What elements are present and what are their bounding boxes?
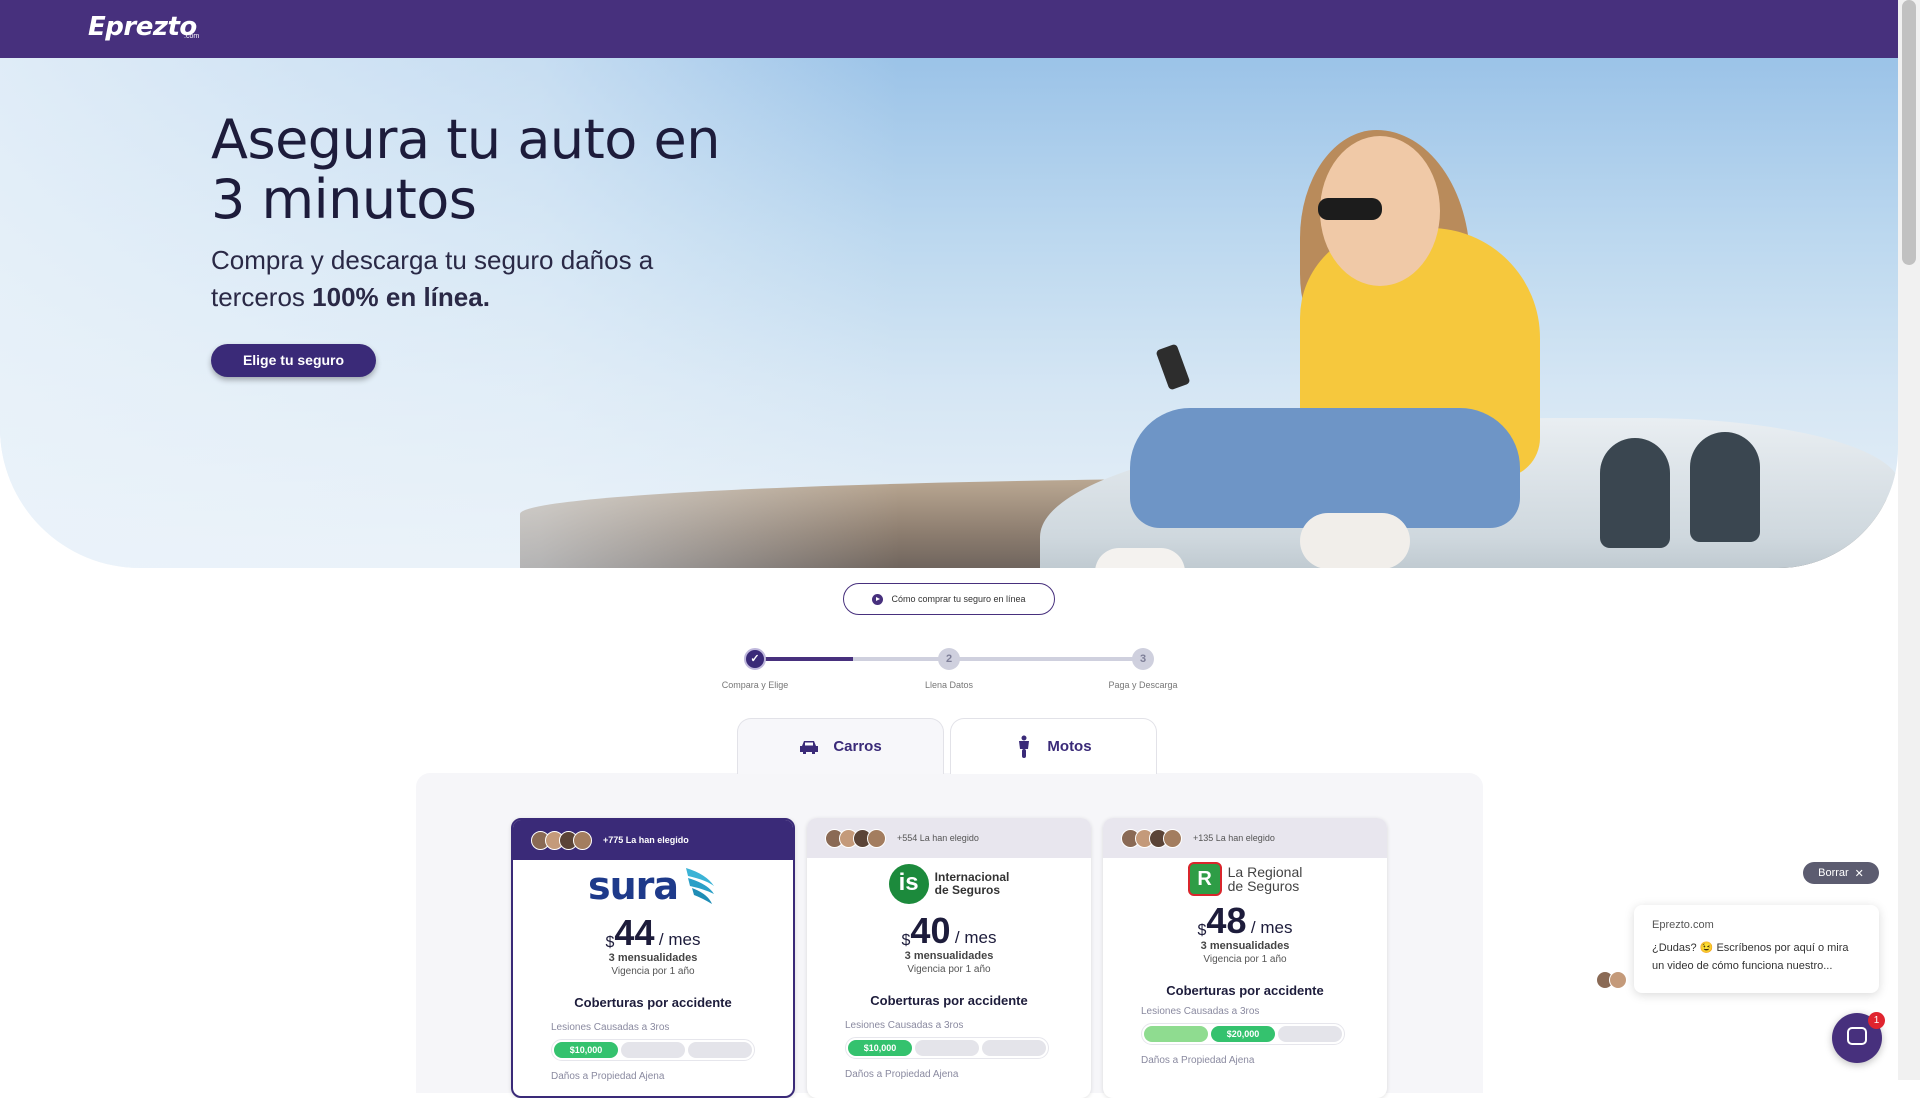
- how-to-buy-button[interactable]: Cómo comprar tu seguro en línea: [843, 583, 1055, 615]
- installments: 3 mensualidades: [904, 950, 994, 962]
- chat-agent-avatars: [1596, 971, 1627, 989]
- page-scrollbar[interactable]: [1898, 0, 1920, 1080]
- tab-motos[interactable]: Motos: [950, 718, 1157, 774]
- chosen-count: +554 La han elegido: [897, 833, 979, 843]
- scrollbar-thumb[interactable]: [1902, 0, 1916, 265]
- coverage-label-2: Daños a Propiedad Ajena: [1141, 1055, 1255, 1066]
- coverage-title: Coberturas por accidente: [1166, 983, 1324, 998]
- validity: Vigencia por 1 año: [611, 966, 695, 977]
- coverage-label-2: Daños a Propiedad Ajena: [551, 1071, 665, 1082]
- step-3-label: Paga y Descarga: [1108, 680, 1178, 690]
- customer-avatars: [1121, 828, 1182, 848]
- coverage-label: Lesiones Causadas a 3ros: [845, 1020, 964, 1031]
- tab-carros-label: Carros: [833, 738, 882, 755]
- coverage-title: Coberturas por accidente: [574, 995, 732, 1010]
- coverage-label: Lesiones Causadas a 3ros: [551, 1022, 670, 1033]
- sura-logo: sura: [513, 860, 793, 912]
- internacional-logo: is Internacional de Seguros: [807, 858, 1091, 910]
- installments: 3 mensualidades: [608, 952, 698, 964]
- chat-preview-bubble[interactable]: Eprezto.com ¿Dudas? 😉 Escríbenos por aqu…: [1634, 905, 1879, 993]
- validity: Vigencia por 1 año: [1203, 954, 1287, 965]
- coverage-label-2: Daños a Propiedad Ajena: [845, 1069, 959, 1080]
- hero-title: Asegura tu auto en 3 minutos: [211, 108, 720, 231]
- monthly-price: $40 / mes: [901, 910, 997, 951]
- chat-unread-badge: 1: [1868, 1012, 1885, 1029]
- coverage-label: Lesiones Causadas a 3ros: [1141, 1006, 1260, 1017]
- dismiss-chat-button[interactable]: Borrar ✕: [1803, 862, 1879, 884]
- chat-message: ¿Dudas? 😉 Escríbenos por aquí o mira un …: [1652, 942, 1849, 972]
- logo-suffix: .com: [184, 33, 200, 40]
- choose-insurance-button[interactable]: Elige tu seguro: [211, 344, 376, 377]
- card-header: +554 La han elegido: [807, 818, 1091, 858]
- step-1-label: Compara y Elige: [721, 680, 789, 690]
- step-1-check-icon: ✓: [744, 648, 766, 670]
- chosen-count: +135 La han elegido: [1193, 833, 1275, 843]
- coverage-bar: $20,000: [1141, 1023, 1345, 1045]
- hero-subtitle: Compra y descarga tu seguro daños a terc…: [211, 245, 654, 312]
- stepper-progress-fill: [755, 657, 853, 661]
- chosen-count: +775 La han elegido: [603, 835, 689, 845]
- insurance-card-internacional[interactable]: +554 La han elegido is Internacional de S…: [807, 818, 1091, 1098]
- insurance-card-sura[interactable]: +775 La han elegido sura $44 / mes 3 men…: [511, 818, 795, 1098]
- eprezto-logo[interactable]: Eprezto: [88, 12, 197, 42]
- validity: Vigencia por 1 año: [907, 964, 991, 975]
- how-to-buy-label: Cómo comprar tu seguro en línea: [891, 594, 1026, 604]
- card-header: +135 La han elegido: [1103, 818, 1387, 858]
- insurance-card-regional[interactable]: +135 La han elegido R La Regional de Segu…: [1103, 818, 1387, 1098]
- tab-carros[interactable]: Carros: [737, 718, 944, 774]
- coverage-bar: $10,000: [551, 1039, 755, 1061]
- top-nav-bar: Eprezto .com: [0, 0, 1898, 58]
- close-icon: ✕: [1854, 867, 1864, 880]
- regional-logo: R La Regional de Seguros: [1103, 858, 1387, 900]
- step-3-indicator: 3: [1132, 648, 1154, 670]
- installments: 3 mensualidades: [1200, 940, 1290, 952]
- car-icon: [800, 740, 819, 754]
- coverage-title: Coberturas por accidente: [870, 993, 1028, 1008]
- customer-avatars: [825, 828, 886, 848]
- customer-avatars: [531, 830, 592, 850]
- monthly-price: $44 / mes: [605, 912, 701, 953]
- scooter-icon: [1019, 735, 1030, 758]
- monthly-price: $48 / mes: [1197, 900, 1293, 941]
- phone-image: [1155, 343, 1191, 391]
- card-header: +775 La han elegido: [513, 820, 793, 860]
- coverage-bar: $10,000: [845, 1037, 1049, 1059]
- play-icon: [872, 593, 884, 605]
- chat-sender: Eprezto.com: [1652, 919, 1714, 931]
- sura-wing-icon: [686, 868, 715, 904]
- tab-motos-label: Motos: [1047, 738, 1092, 755]
- step-2-label: Llena Datos: [924, 680, 974, 690]
- step-2-indicator: 2: [938, 648, 960, 670]
